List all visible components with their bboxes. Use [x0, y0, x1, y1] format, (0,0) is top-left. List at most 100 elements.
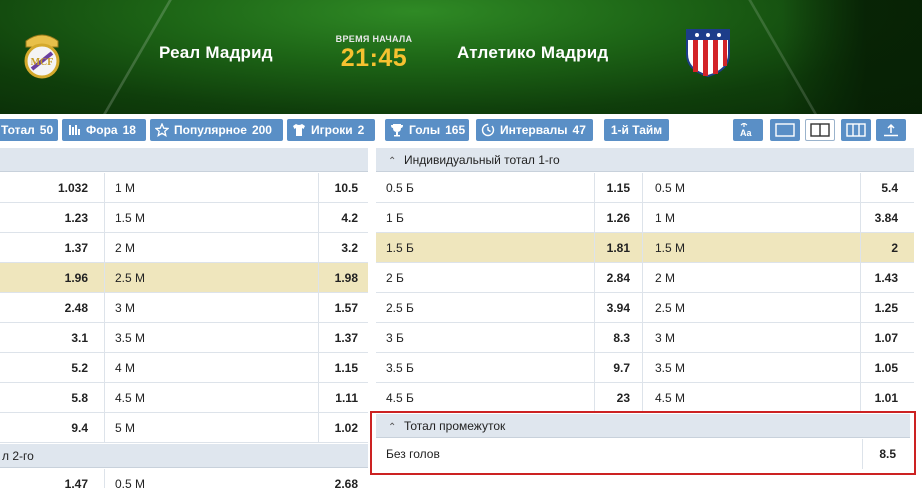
- odds-under[interactable]: 10.5: [300, 173, 358, 203]
- tab-players-count: 2: [357, 123, 365, 137]
- table-row: 3.1 3.5 М 1.37: [0, 323, 368, 353]
- column-divider: [642, 173, 643, 203]
- column-divider: [104, 353, 105, 383]
- odds-under[interactable]: 1.15: [300, 353, 358, 383]
- over-line-label: 3 Б: [386, 331, 404, 345]
- table-row: 9.4 5 М 1.02: [0, 413, 368, 443]
- odds-under[interactable]: 1.11: [300, 383, 358, 413]
- column-divider: [104, 469, 105, 488]
- odds-over[interactable]: 2.48: [0, 293, 88, 323]
- tab-total-label: Тотал: [1, 123, 35, 137]
- scroll-top-icon: [884, 123, 898, 137]
- svg-text:Aa: Aa: [740, 128, 752, 137]
- line-label: 1.5 М: [115, 211, 146, 225]
- three-column-view-button[interactable]: [841, 119, 871, 141]
- odds-under[interactable]: 4.2: [300, 203, 358, 233]
- column-divider: [642, 293, 643, 323]
- odds-under[interactable]: 1.25: [846, 293, 898, 323]
- tab-first-half[interactable]: 1-й Тайм: [604, 119, 669, 141]
- two-column-view-button[interactable]: [805, 119, 835, 141]
- tab-handicap[interactable]: Фора 18: [62, 119, 146, 141]
- odds-over[interactable]: 3.1: [0, 323, 88, 353]
- line-label: 3 М: [115, 301, 136, 315]
- star-icon: [155, 123, 169, 137]
- away-team-name: Атлетико Мадрид: [457, 43, 609, 62]
- tab-popular[interactable]: Популярное 200: [150, 119, 283, 141]
- start-time-value: 21:45: [340, 44, 408, 72]
- odds-under[interactable]: 1.57: [300, 293, 358, 323]
- left-section-header[interactable]: [0, 148, 368, 172]
- line-label: 0.5 М: [115, 477, 146, 488]
- table-row: 4.5 Б 23 4.5 М 1.01: [376, 383, 914, 413]
- odds-over[interactable]: 9.7: [576, 353, 630, 383]
- over-line-label: 1 Б: [386, 211, 404, 225]
- odds-over[interactable]: 1.47: [0, 469, 88, 488]
- over-line-label: 4.5 Б: [386, 391, 414, 405]
- odds-over[interactable]: 2.84: [576, 263, 630, 293]
- under-line-label: 3.5 М: [655, 361, 686, 375]
- svg-text:MCF: MCF: [31, 57, 54, 68]
- column-divider: [642, 383, 643, 413]
- table-row: 5.2 4 М 1.15: [0, 353, 368, 383]
- under-line-label: 2.5 М: [655, 301, 686, 315]
- under-line-label: 1.5 М: [655, 241, 686, 255]
- odds-over[interactable]: 1.15: [576, 173, 630, 203]
- left-next-section-header[interactable]: л 2-го: [0, 444, 368, 468]
- tab-goals[interactable]: Голы 165: [385, 119, 469, 141]
- chevron-up-icon: ⌃: [388, 156, 397, 167]
- line-label: 3.5 М: [115, 331, 146, 345]
- odds-over[interactable]: 1.81: [576, 233, 630, 263]
- odds-under[interactable]: 1.37: [300, 323, 358, 353]
- odds-over[interactable]: 5.2: [0, 353, 88, 383]
- tab-total[interactable]: Тотал 50: [0, 119, 58, 141]
- odds-under[interactable]: 3.2: [300, 233, 358, 263]
- odds-under[interactable]: 1.07: [846, 323, 898, 353]
- column-divider: [104, 203, 105, 233]
- font-size-button[interactable]: Aa: [733, 119, 763, 141]
- focus-highlight-frame: [370, 411, 916, 475]
- tab-popular-count: 200: [251, 123, 272, 137]
- line-label: 5 М: [115, 421, 136, 435]
- odds-over[interactable]: 5.8: [0, 383, 88, 413]
- over-line-label: 1.5 Б: [386, 241, 414, 255]
- odds-under[interactable]: 5.4: [846, 173, 898, 203]
- column-divider: [642, 203, 643, 233]
- scroll-top-button[interactable]: [876, 119, 906, 141]
- odds-over[interactable]: 8.3: [576, 323, 630, 353]
- column-divider: [642, 233, 643, 263]
- under-line-label: 0.5 М: [655, 181, 686, 195]
- over-line-label: 0.5 Б: [386, 181, 414, 195]
- left-next-section-title: л 2-го: [2, 449, 34, 463]
- table-row: 0.5 Б 1.15 0.5 М 5.4: [376, 173, 914, 203]
- left-total-table: 1.032 1 М 10.5 1.23 1.5 М 4.2 1.37 2 М 3.2 1.96 2.…: [0, 148, 368, 488]
- odds-over[interactable]: 1.032: [0, 173, 88, 203]
- odds-over[interactable]: 1.23: [0, 203, 88, 233]
- trophy-icon: [390, 123, 404, 137]
- odds-over[interactable]: 3.94: [576, 293, 630, 323]
- odds-under[interactable]: 1.01: [846, 383, 898, 413]
- odds-under[interactable]: 1.02: [300, 413, 358, 443]
- odds-under[interactable]: 2.68: [300, 469, 358, 488]
- tab-intervals[interactable]: Интервалы 47: [476, 119, 593, 141]
- table-row: 3.5 Б 9.7 3.5 М 1.05: [376, 353, 914, 383]
- odds-under[interactable]: 3.84: [846, 203, 898, 233]
- odds-under[interactable]: 1.98: [300, 263, 358, 293]
- individual-total-header[interactable]: ⌃ Индивидуальный тотал 1-го: [376, 148, 914, 172]
- odds-over[interactable]: 1.96: [0, 263, 88, 293]
- odds-under[interactable]: 1.05: [846, 353, 898, 383]
- individual-total-table: ⌃ Индивидуальный тотал 1-го 0.5 Б 1.15 0.5 …: [376, 148, 914, 413]
- font-size-icon: Aa: [740, 123, 752, 137]
- column-divider: [104, 413, 105, 443]
- single-column-view-button[interactable]: [770, 119, 800, 141]
- column-divider: [104, 293, 105, 323]
- odds-over[interactable]: 9.4: [0, 413, 88, 443]
- tab-intervals-label: Интервалы: [500, 123, 568, 137]
- tab-players[interactable]: Игроки 2: [287, 119, 375, 141]
- odds-under[interactable]: 1.43: [846, 263, 898, 293]
- odds-over[interactable]: 1.37: [0, 233, 88, 263]
- shirt-icon: [292, 123, 306, 137]
- odds-over[interactable]: 1.26: [576, 203, 630, 233]
- odds-under[interactable]: 2: [846, 233, 898, 263]
- tab-handicap-count: 18: [122, 123, 136, 137]
- odds-over[interactable]: 23: [576, 383, 630, 413]
